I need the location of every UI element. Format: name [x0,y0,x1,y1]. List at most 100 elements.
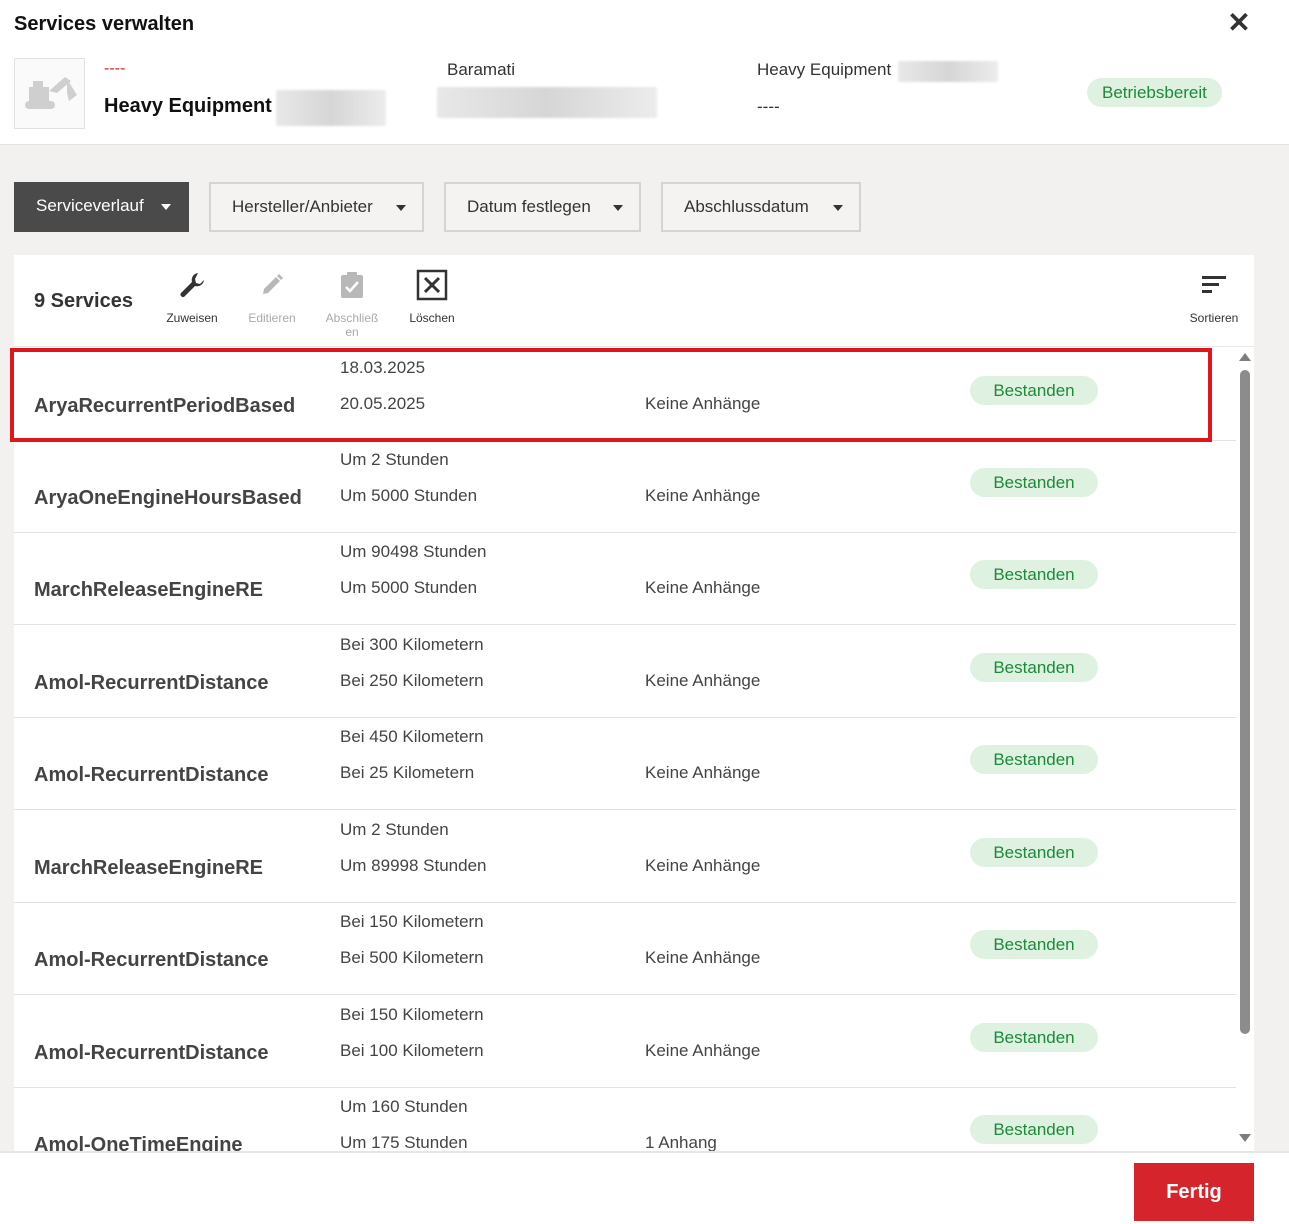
pencil-icon [263,274,283,294]
service-attachments: Keine Anhänge [645,578,761,597]
list-item[interactable]: Amol-RecurrentDistance Bei 150 Kilometer… [14,902,1236,995]
status-badge: Bestanden [970,468,1098,497]
status-badge: Bestanden [970,1023,1098,1052]
services-count: 9 Services [34,290,133,312]
list-item[interactable]: AryaRecurrentPeriodBased 18.03.2025 20.0… [14,348,1236,441]
service-due-line1: Um 160 Stunden [340,1097,468,1116]
service-due-line2: Bei 25 Kilometern [340,763,475,782]
service-due-line2: Um 5000 Stunden [340,486,478,505]
service-due-line1: Um 2 Stunden [340,450,449,469]
service-attachments: Keine Anhänge [645,948,761,967]
status-badge: Bestanden [970,745,1098,774]
status-badge: Bestanden [970,838,1098,867]
list-item[interactable]: Amol-OneTimeEngine Um 160 Stunden Um 175… [14,1087,1236,1151]
service-name: Amol-OneTimeEngine [34,1134,243,1151]
service-due-line2: Bei 250 Kilometern [340,671,484,690]
delete-box-icon [416,269,448,301]
service-due-line1: Bei 300 Kilometern [340,635,484,654]
sort-label: Sortieren [1189,311,1239,325]
services-panel: 9 Services Zuweisen Editieren Abschließ … [14,255,1254,1151]
status-badge: Bestanden [970,653,1098,682]
edit-button[interactable]: Editieren [242,269,302,325]
manage-services-dialog: Services verwalten ✕ ---- Heavy Equipmen… [0,0,1289,1224]
service-name: AryaRecurrentPeriodBased [34,395,296,417]
dialog-footer [0,1151,1289,1224]
asset-location: Baramati [447,60,516,79]
complete-label: Abschließ en [325,311,379,339]
clipboard-check-icon [341,272,363,298]
asset-name: Heavy Equipment [104,95,272,117]
dialog-header: Services verwalten ✕ ---- Heavy Equipmen… [0,0,1289,145]
service-attachments: Keine Anhänge [645,1041,761,1060]
filter-label: Hersteller/Anbieter [232,197,373,216]
assign-label: Zuweisen [166,311,218,325]
status-badge: Bestanden [970,560,1098,589]
sort-button[interactable]: Sortieren [1184,269,1244,325]
redacted-type-detail [898,61,998,82]
assign-button[interactable]: Zuweisen [162,269,222,325]
asset-status-badge: Betriebsbereit [1087,78,1222,107]
service-due-line2: Bei 100 Kilometern [340,1041,484,1060]
service-due-line2: Bei 500 Kilometern [340,948,484,967]
service-due-line2: Um 89998 Stunden [340,856,487,875]
service-name: MarchReleaseEngineRE [34,579,263,601]
chevron-down-icon [161,204,171,210]
service-attachments: 1 Anhang [645,1133,717,1151]
edit-label: Editieren [248,311,296,325]
chevron-down-icon [396,205,406,211]
excavator-icon [25,77,77,109]
scroll-down-icon[interactable] [1239,1134,1251,1142]
filter-label: Abschlussdatum [684,197,809,216]
list-item[interactable]: MarchReleaseEngineRE Um 90498 Stunden Um… [14,532,1236,625]
service-due-line2: 20.05.2025 [340,394,426,413]
service-name: Amol-RecurrentDistance [34,764,269,786]
service-name: Amol-RecurrentDistance [34,672,269,694]
chevron-down-icon [613,205,623,211]
service-attachments: Keine Anhänge [645,486,761,505]
complete-button[interactable]: Abschließ en [322,269,382,339]
service-attachments: Keine Anhänge [645,394,761,413]
list-item[interactable]: Amol-RecurrentDistance Bei 300 Kilometer… [14,625,1236,718]
filter-label: Datum festlegen [467,197,591,216]
service-due-line1: Bei 150 Kilometern [340,1005,484,1024]
redacted-location-detail [437,87,657,118]
redacted-asset-id [276,90,386,126]
service-name: MarchReleaseEngineRE [34,857,263,879]
asset-type-label: Heavy Equipment [757,60,892,79]
service-due-line1: Um 90498 Stunden [340,542,487,561]
service-due-line2: Um 175 Stunden [340,1133,468,1151]
status-badge: Bestanden [970,930,1098,959]
services-list: AryaRecurrentPeriodBased 18.03.2025 20.0… [14,348,1236,1151]
service-due-line1: Bei 150 Kilometern [340,912,484,931]
service-attachments: Keine Anhänge [645,763,761,782]
list-item[interactable]: Amol-RecurrentDistance Bei 450 Kilometer… [14,717,1236,810]
delete-button[interactable]: Löschen [402,269,462,325]
sort-icon [1202,276,1226,293]
status-badge: Bestanden [970,1115,1098,1144]
asset-type-value: ---- [757,97,780,116]
list-item[interactable]: MarchReleaseEngineRE Um 2 Stunden Um 899… [14,810,1236,903]
wrench-icon [180,273,204,297]
filter-service-history[interactable]: Serviceverlauf [14,182,189,232]
service-due-line1: 18.03.2025 [340,358,426,377]
filter-label: Serviceverlauf [36,196,144,215]
scroll-up-icon[interactable] [1239,353,1251,361]
service-due-line1: Bei 450 Kilometern [340,727,484,746]
status-badge: Bestanden [970,376,1098,405]
dialog-title: Services verwalten [14,13,195,35]
filter-manufacturer[interactable]: Hersteller/Anbieter [209,182,424,232]
scrollbar-thumb[interactable] [1240,370,1250,1034]
services-toolbar: 9 Services Zuweisen Editieren Abschließ … [14,255,1254,347]
chevron-down-icon [833,205,843,211]
service-name: Amol-RecurrentDistance [34,1042,269,1064]
filter-set-date[interactable]: Datum festlegen [444,182,641,232]
asset-id: ---- [104,60,126,77]
service-name: Amol-RecurrentDistance [34,949,269,971]
list-item[interactable]: Amol-RecurrentDistance Bei 150 Kilometer… [14,995,1236,1088]
service-name: AryaOneEngineHoursBased [34,487,302,509]
list-item[interactable]: AryaOneEngineHoursBased Um 2 Stunden Um … [14,440,1236,533]
filter-completion-date[interactable]: Abschlussdatum [661,182,861,232]
done-button[interactable]: Fertig [1134,1163,1254,1221]
close-icon[interactable]: ✕ [1226,9,1252,37]
asset-thumbnail [14,58,85,129]
